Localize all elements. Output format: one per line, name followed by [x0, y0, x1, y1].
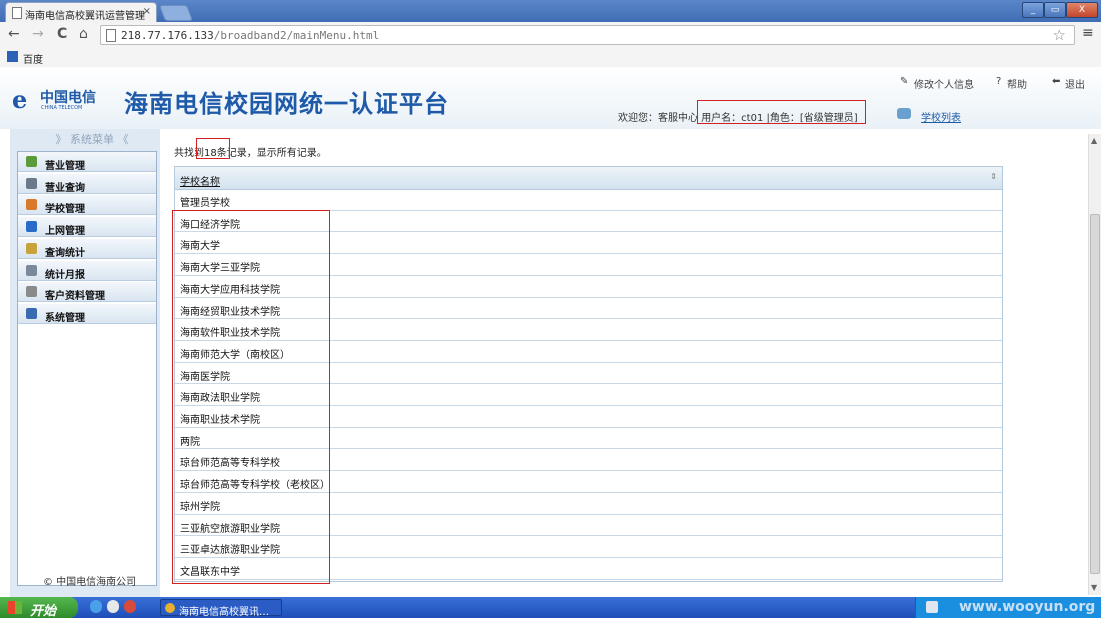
table-icon: [26, 264, 37, 276]
restore-button[interactable]: ▭: [1044, 2, 1066, 18]
highlight-box-count: [196, 138, 230, 159]
computer-icon: [26, 307, 37, 319]
logo-text-en: CHINA TELECOM: [41, 105, 83, 111]
windows-flag-icon: [8, 601, 22, 614]
record-count-suffix: 条记录，显示所有记录。: [216, 148, 327, 159]
school-list-icon: [897, 108, 911, 119]
system-tray: www.wooyun.org: [915, 597, 1101, 618]
sidebar-item-label: 营业管理: [45, 161, 85, 172]
scroll-up-icon[interactable]: ▲: [1091, 136, 1097, 145]
url-path: /broadband2/mainMenu.html: [213, 29, 380, 42]
sidebar-item[interactable]: 系统管理: [18, 303, 156, 324]
bookmark-baidu[interactable]: 百度: [23, 51, 43, 66]
bookmark-star-icon[interactable]: ☆: [1053, 26, 1066, 44]
sidebar-heading: 》 系统菜单 《: [55, 133, 129, 146]
close-window-button[interactable]: X: [1066, 2, 1098, 18]
logout-link[interactable]: 退出: [1065, 76, 1085, 91]
baidu-icon: [7, 51, 18, 62]
sidebar-item-label: 统计月报: [45, 269, 85, 281]
start-label: 开始: [30, 604, 57, 619]
edit-profile-link[interactable]: 修改个人信息: [914, 76, 974, 91]
browser-menu-icon[interactable]: ≡: [1082, 25, 1094, 41]
tray-icon[interactable]: [926, 601, 938, 613]
vertical-scrollbar[interactable]: ▲ ▼: [1088, 134, 1101, 595]
url-text: 218.77.176.133/broadband2/mainMenu.html: [121, 29, 379, 42]
scroll-thumb[interactable]: [1090, 214, 1100, 574]
table-header: 学校名称 ⇕: [175, 167, 1002, 190]
question-icon: ?: [996, 76, 1002, 87]
sidebar-item-label: 查询统计: [45, 247, 85, 259]
site-title: 海南电信校园网统一认证平台: [124, 90, 449, 118]
column-header-school-name[interactable]: 学校名称: [180, 173, 220, 188]
browser-tab[interactable]: 海南电信高校翼讯运营管理 ×: [5, 2, 157, 22]
sidebar: 》 系统菜单 《 营业管理营业查询学校管理上网管理查询统计统计月报客户资料管理系…: [10, 129, 160, 599]
school-list-link[interactable]: 学校列表: [921, 109, 961, 124]
sidebar-item-label: 上网管理: [45, 226, 85, 238]
sort-icon[interactable]: ⇕: [990, 172, 997, 181]
home-icon[interactable]: ⌂: [79, 26, 88, 42]
report-icon: [26, 242, 37, 254]
sidebar-item[interactable]: 学校管理: [18, 195, 156, 216]
browser-tab-bar: 海南电信高校翼讯运营管理 × _ ▭ X: [0, 0, 1101, 22]
page-icon: [12, 7, 22, 19]
school-icon: [26, 199, 37, 211]
taskbar-browser-item[interactable]: 海南电信高校翼讯…: [160, 599, 282, 618]
sidebar-item-label: 系统管理: [45, 312, 85, 324]
sidebar-item-label: 营业查询: [45, 182, 85, 194]
sidebar-item[interactable]: 查询统计: [18, 238, 156, 259]
reload-icon[interactable]: C: [57, 26, 67, 42]
sidebar-menu: 营业管理营业查询学校管理上网管理查询统计统计月报客户资料管理 系统管理: [17, 151, 157, 586]
chrome-icon: [165, 603, 175, 613]
quicklaunch-app-icon[interactable]: [124, 600, 136, 613]
tab-title: 海南电信高校翼讯运营管理: [25, 11, 145, 22]
highlight-box-schools: [172, 210, 330, 584]
start-button[interactable]: 开始: [0, 597, 78, 619]
back-icon[interactable]: ←: [8, 26, 20, 42]
edit-icon: [26, 286, 37, 298]
back-arrow-icon: ⬅: [1052, 76, 1061, 87]
welcome-text: 欢迎您：客服中心: [618, 113, 698, 124]
copyright: © 中国电信海南公司: [43, 577, 137, 588]
highlight-box-user: [697, 100, 866, 124]
users-icon: [26, 156, 37, 167]
sidebar-item-label: 学校管理: [45, 204, 85, 216]
browser-toolbar: ← → C ⌂ 218.77.176.133/broadband2/mainMe…: [0, 22, 1101, 49]
page-icon: [106, 29, 116, 42]
logo-text-cn: 中国电信: [40, 90, 96, 106]
scroll-down-icon[interactable]: ▼: [1091, 583, 1097, 592]
new-tab-button[interactable]: [159, 5, 193, 21]
quicklaunch-icon[interactable]: [107, 600, 119, 613]
address-bar[interactable]: 218.77.176.133/broadband2/mainMenu.html …: [100, 25, 1075, 45]
table-row[interactable]: 管理员学校: [175, 189, 1002, 211]
sidebar-item[interactable]: 客户资料管理: [18, 282, 156, 303]
url-host: 218.77.176.133: [121, 29, 214, 42]
bookmarks-bar: 百度: [0, 48, 1101, 68]
taskbar: 开始 海南电信高校翼讯… www.wooyun.org: [0, 597, 1101, 619]
wrench-icon: ✎: [900, 76, 909, 87]
sidebar-item-label: 客户资料管理: [45, 291, 105, 303]
watermark: www.wooyun.org: [959, 599, 1096, 615]
school-name-cell: 管理员学校: [180, 198, 230, 209]
taskbar-item-label: 海南电信高校翼讯…: [179, 607, 269, 618]
forward-icon[interactable]: →: [32, 26, 44, 42]
sidebar-item[interactable]: 上网管理: [18, 217, 156, 238]
sidebar-item[interactable]: 营业管理: [18, 152, 156, 172]
monitor-icon: [26, 221, 37, 233]
close-tab-icon[interactable]: ×: [143, 6, 151, 17]
minimize-button[interactable]: _: [1022, 2, 1044, 18]
sidebar-item[interactable]: 统计月报: [18, 260, 156, 281]
china-telecom-logo-icon: e: [12, 85, 28, 114]
page-header: e 中国电信 CHINA TELECOM 海南电信校园网统一认证平台 ✎ 修改个…: [0, 67, 1101, 129]
help-link[interactable]: 帮助: [1007, 76, 1027, 91]
sidebar-item[interactable]: 营业查询: [18, 173, 156, 194]
ie-icon[interactable]: [90, 600, 102, 613]
key-icon: [26, 177, 37, 189]
